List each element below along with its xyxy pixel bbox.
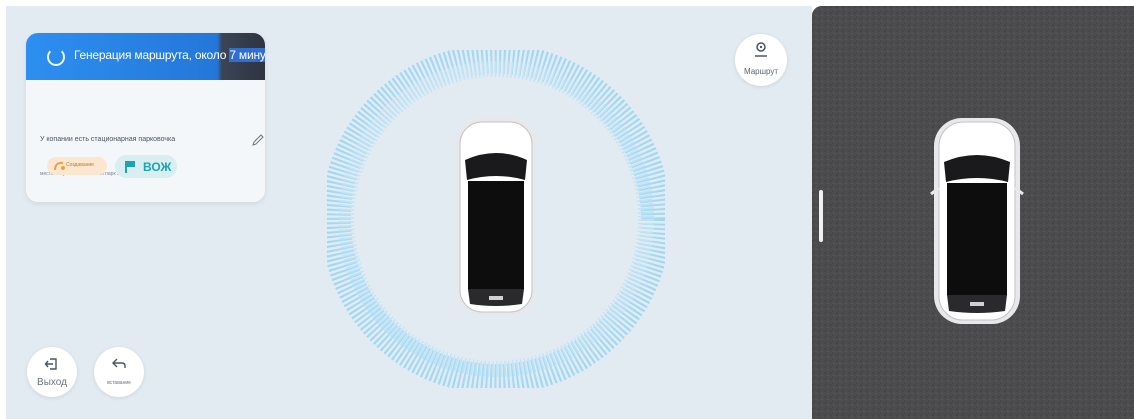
camera-car-icon [812,6,1134,419]
exit-button[interactable]: Выход [27,347,77,397]
route-button[interactable]: Маршрут [735,34,787,86]
flag-icon [125,161,135,173]
note-title: У копании есть стационарная парковочка [40,136,176,143]
camera-view [812,6,1134,419]
route-status-text: Генерация маршрута, около 7 минут [74,48,265,62]
route-button-label: Маршрут [743,67,779,76]
return-button[interactable]: вставание [94,347,144,397]
tag-create[interactable]: Создавание [47,157,107,175]
tag-voj-label: ВОЖ [143,160,172,174]
route-status-main: Генерация маршрута, около [74,48,230,62]
return-button-label: вставание [107,380,131,386]
split-drag-handle[interactable] [819,190,823,242]
route-pin-icon [755,42,767,57]
sensor-ring [327,50,665,388]
exit-button-label: Выход [37,377,67,388]
route-status-time: 7 минут [229,48,265,62]
car-icon [456,118,536,316]
orange-route-icon [54,161,65,171]
exit-icon [44,358,57,370]
return-arrow-icon [112,358,126,368]
tag-voj[interactable]: ВОЖ [115,155,177,178]
pencil-icon[interactable] [251,133,265,147]
loading-spinner-icon [47,48,65,66]
tag-create-label: Создавание [66,162,94,168]
route-status-bar: Генерация маршрута, около 7 минут [26,33,265,80]
